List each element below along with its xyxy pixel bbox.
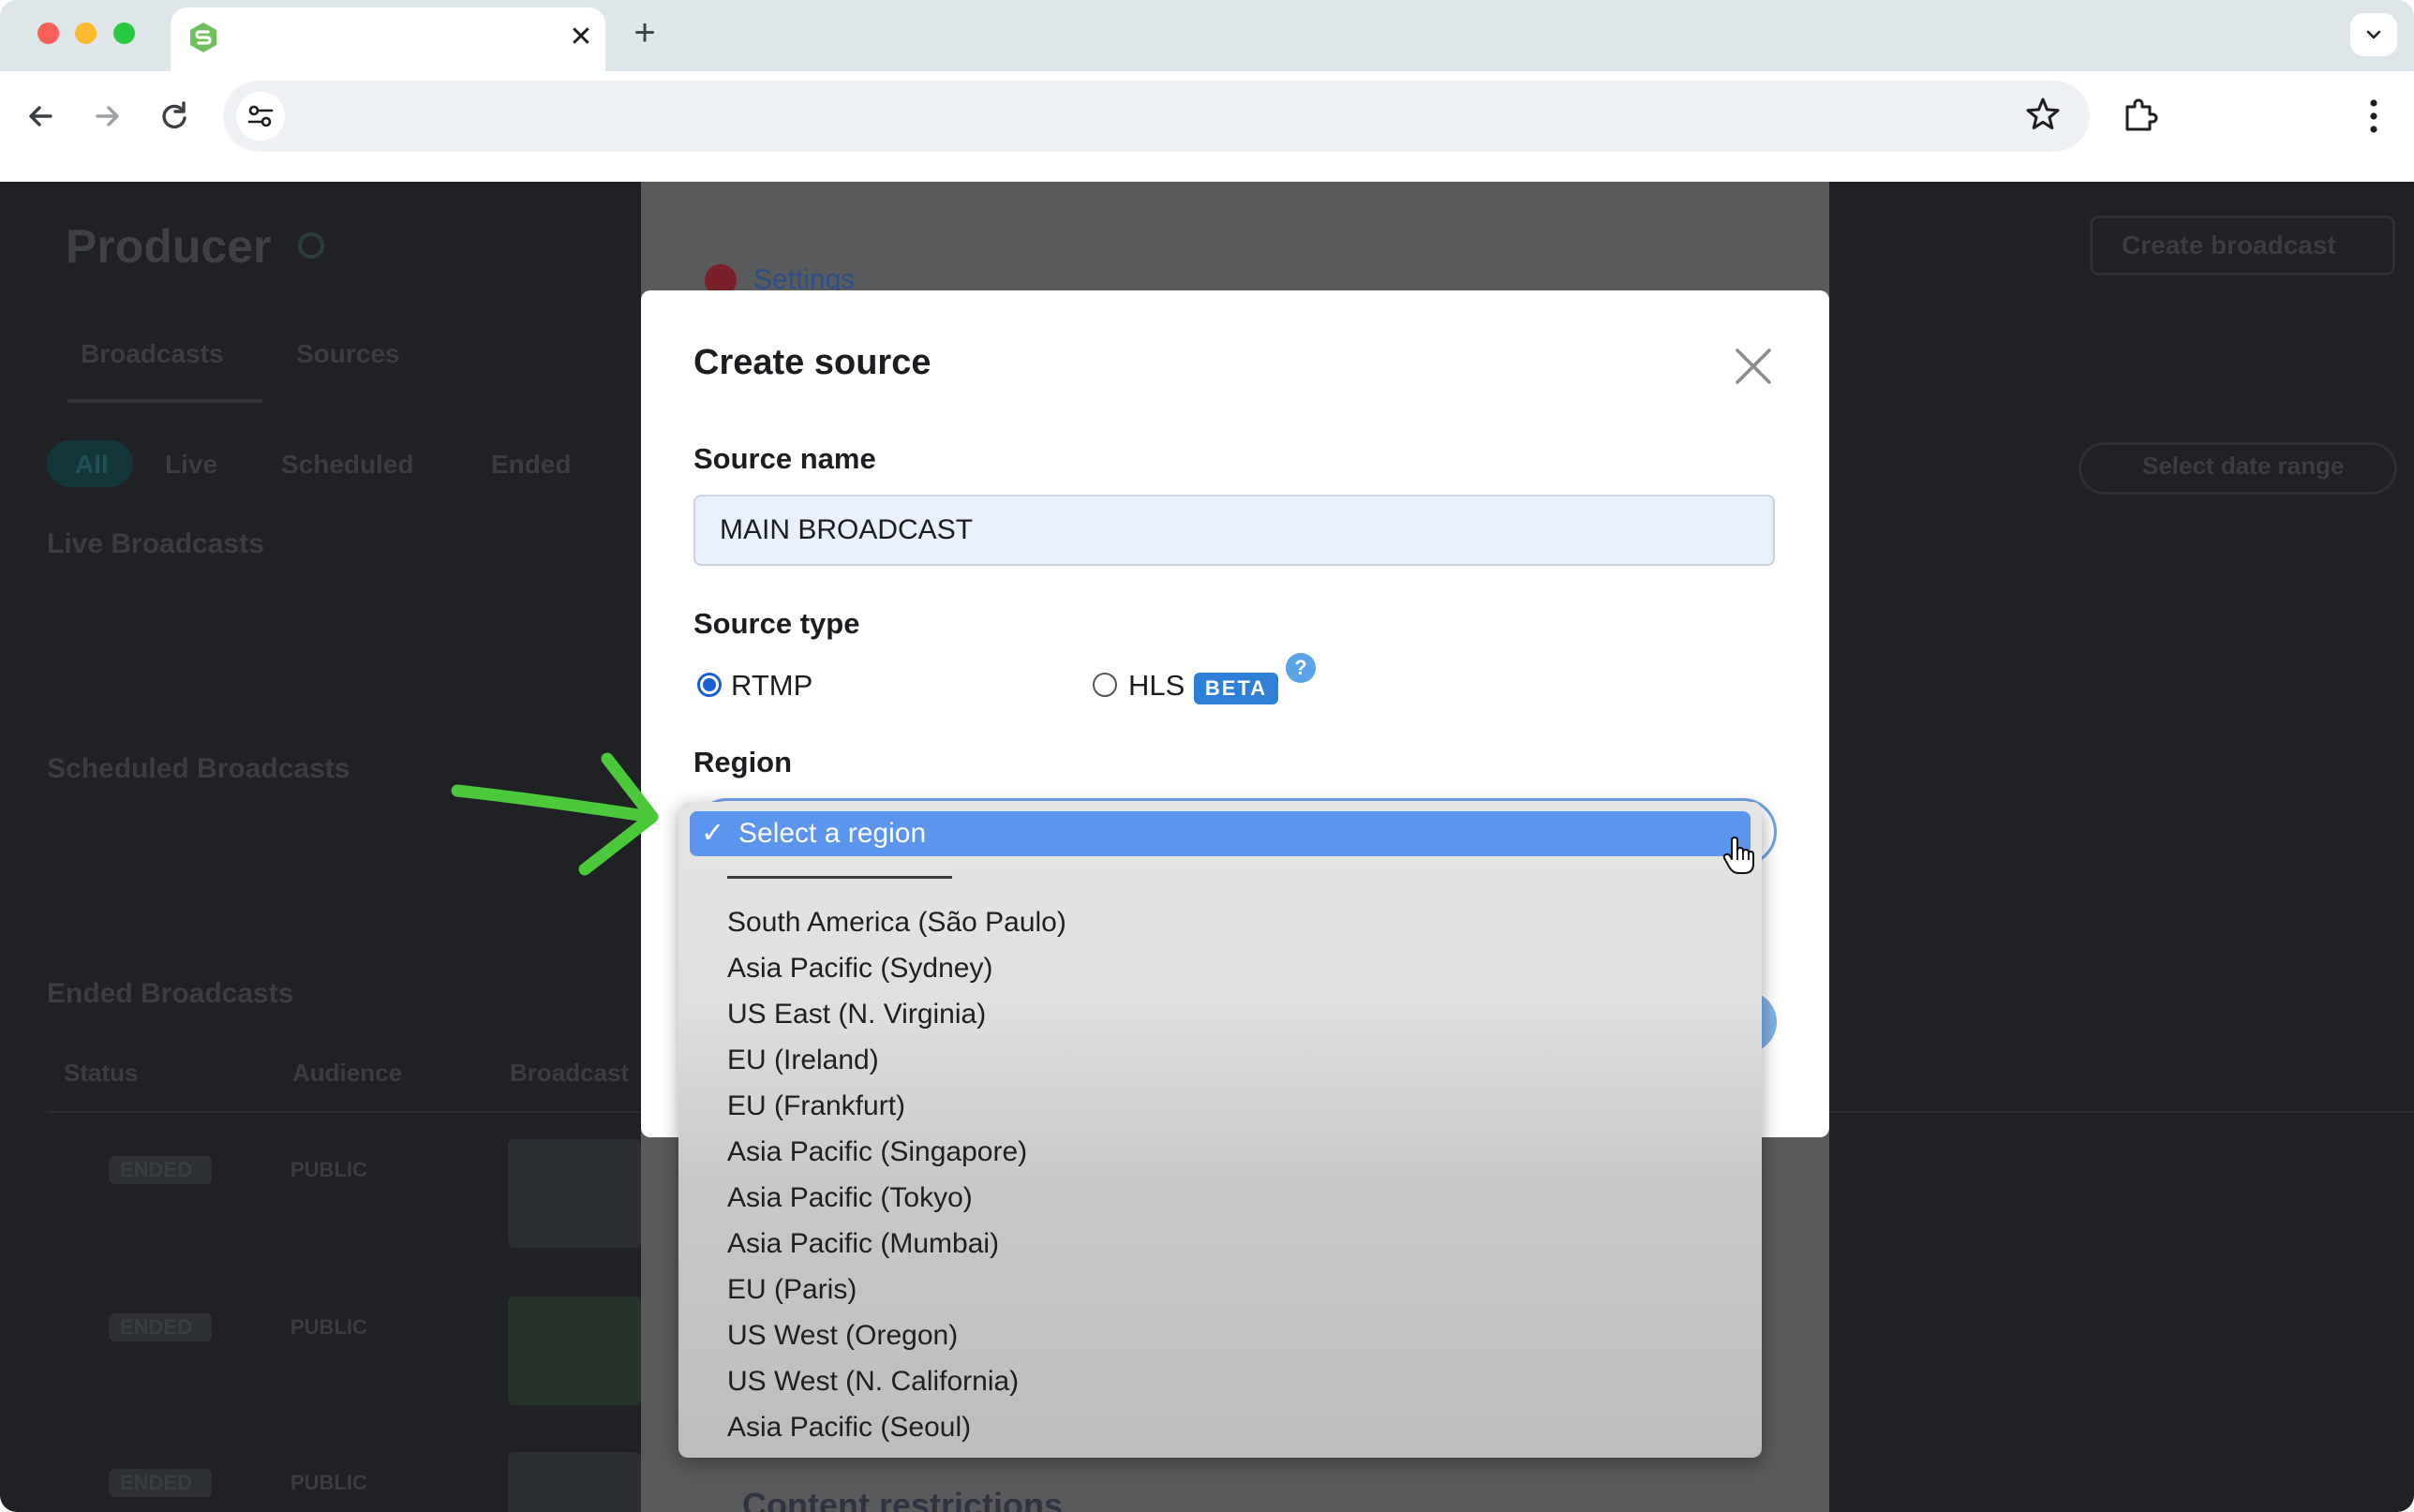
filter-live[interactable]: Live — [165, 450, 217, 480]
page-title: Producer — [66, 220, 272, 273]
option-n-california[interactable]: US West (N. California) — [727, 1366, 1019, 1398]
tab-broadcasts[interactable]: Broadcasts — [81, 339, 224, 369]
hls-radio[interactable] — [1093, 673, 1117, 697]
option-ireland[interactable]: EU (Ireland) — [727, 1045, 879, 1076]
reload-icon — [162, 101, 186, 129]
maximize-window-button[interactable] — [113, 22, 135, 44]
extensions-icon[interactable] — [2120, 96, 2161, 137]
rtmp-radio-label[interactable]: RTMP — [731, 669, 812, 703]
back-arrow-icon — [29, 106, 52, 126]
option-sydney[interactable]: Asia Pacific (Sydney) — [727, 953, 992, 985]
option-seoul[interactable]: Asia Pacific (Seoul) — [727, 1412, 971, 1444]
info-icon — [298, 232, 324, 259]
option-oregon[interactable]: US West (Oregon) — [727, 1320, 958, 1352]
column-status[interactable]: Status — [64, 1059, 138, 1088]
close-icon[interactable] — [1732, 345, 1775, 388]
selected-option-label: Select a region — [738, 818, 927, 849]
browser-toolbar — [0, 71, 2414, 182]
chevron-down-icon — [2366, 30, 2381, 39]
broadcast-thumbnail[interactable] — [508, 1297, 641, 1405]
bookmark-star-icon[interactable] — [2022, 94, 2064, 135]
address-bar[interactable] — [223, 81, 2090, 152]
tab-strip: ✕ + — [0, 0, 2414, 71]
browser-tab[interactable]: ✕ — [171, 7, 605, 71]
status-badge-label: ENDED — [120, 1315, 193, 1339]
option-frankfurt[interactable]: EU (Frankfurt) — [727, 1090, 905, 1122]
tab-search-button[interactable] — [2350, 13, 2397, 56]
create-broadcast-label: Create broadcast — [2122, 230, 2336, 259]
option-singapore[interactable]: Asia Pacific (Singapore) — [727, 1136, 1027, 1168]
source-name-input[interactable] — [693, 495, 1775, 566]
source-type-label: Source type — [693, 607, 860, 640]
audience-label: PUBLIC — [291, 1315, 367, 1339]
browser-window: ✕ + Producer Broadcasts Sources All Live… — [0, 0, 2414, 1512]
help-icon[interactable]: ? — [1286, 653, 1316, 683]
tab-sources[interactable]: Sources — [296, 339, 400, 369]
date-range-label: Select date range — [2142, 452, 2345, 480]
minimize-window-button[interactable] — [75, 22, 97, 44]
option-paris[interactable]: EU (Paris) — [727, 1274, 857, 1306]
forward-arrow-icon — [96, 106, 119, 126]
more-menu-icon[interactable] — [2365, 97, 2382, 135]
section-live-broadcasts: Live Broadcasts — [47, 528, 264, 559]
hls-radio-label[interactable]: HLS — [1128, 669, 1185, 703]
option-select-a-region[interactable]: ✓ Select a region — [690, 811, 1751, 856]
filter-all-label: All — [75, 450, 109, 479]
active-tab-underline — [67, 399, 262, 403]
close-window-button[interactable] — [37, 22, 59, 44]
region-label: Region — [693, 746, 793, 778]
s-brand-favicon — [190, 22, 216, 52]
new-tab-button[interactable]: + — [626, 14, 663, 52]
tab-close-icon[interactable]: ✕ — [564, 21, 598, 54]
option-sao-paulo[interactable]: South America (São Paulo) — [727, 907, 1066, 939]
annotation-arrow-icon — [451, 752, 659, 876]
back-button[interactable] — [21, 96, 62, 137]
status-badge-label: ENDED — [120, 1471, 193, 1494]
option-separator — [727, 876, 952, 879]
broadcast-thumbnail[interactable] — [508, 1139, 641, 1248]
rtmp-radio[interactable] — [697, 673, 722, 697]
broadcast-thumbnail[interactable] — [508, 1452, 641, 1512]
content-restrictions-link[interactable]: Content restrictions — [742, 1486, 1063, 1512]
section-scheduled-broadcasts: Scheduled Broadcasts — [47, 753, 350, 784]
hand-pointer-cursor-icon — [1722, 837, 1754, 874]
dialog-title: Create source — [693, 343, 931, 382]
region-dropdown-menu: ✓ Select a region South America (São Pau… — [678, 802, 1762, 1458]
forward-button[interactable] — [86, 96, 127, 137]
audience-label: PUBLIC — [291, 1158, 367, 1181]
section-ended-broadcasts: Ended Broadcasts — [47, 978, 294, 1009]
filter-scheduled[interactable]: Scheduled — [281, 450, 414, 480]
filter-ended[interactable]: Ended — [491, 450, 572, 480]
column-broadcast[interactable]: Broadcast — [510, 1059, 629, 1088]
source-name-label: Source name — [693, 442, 876, 475]
column-audience[interactable]: Audience — [292, 1059, 402, 1088]
site-settings-icon — [247, 105, 274, 127]
option-tokyo[interactable]: Asia Pacific (Tokyo) — [727, 1182, 973, 1214]
checkmark-icon: ✓ — [701, 818, 725, 849]
audience-label: PUBLIC — [291, 1471, 367, 1494]
option-mumbai[interactable]: Asia Pacific (Mumbai) — [727, 1228, 999, 1260]
status-badge-label: ENDED — [120, 1158, 193, 1181]
reload-button[interactable] — [154, 96, 195, 137]
beta-badge: BETA — [1194, 673, 1278, 704]
option-n-virginia[interactable]: US East (N. Virginia) — [727, 999, 986, 1030]
site-settings-button[interactable] — [236, 92, 285, 141]
